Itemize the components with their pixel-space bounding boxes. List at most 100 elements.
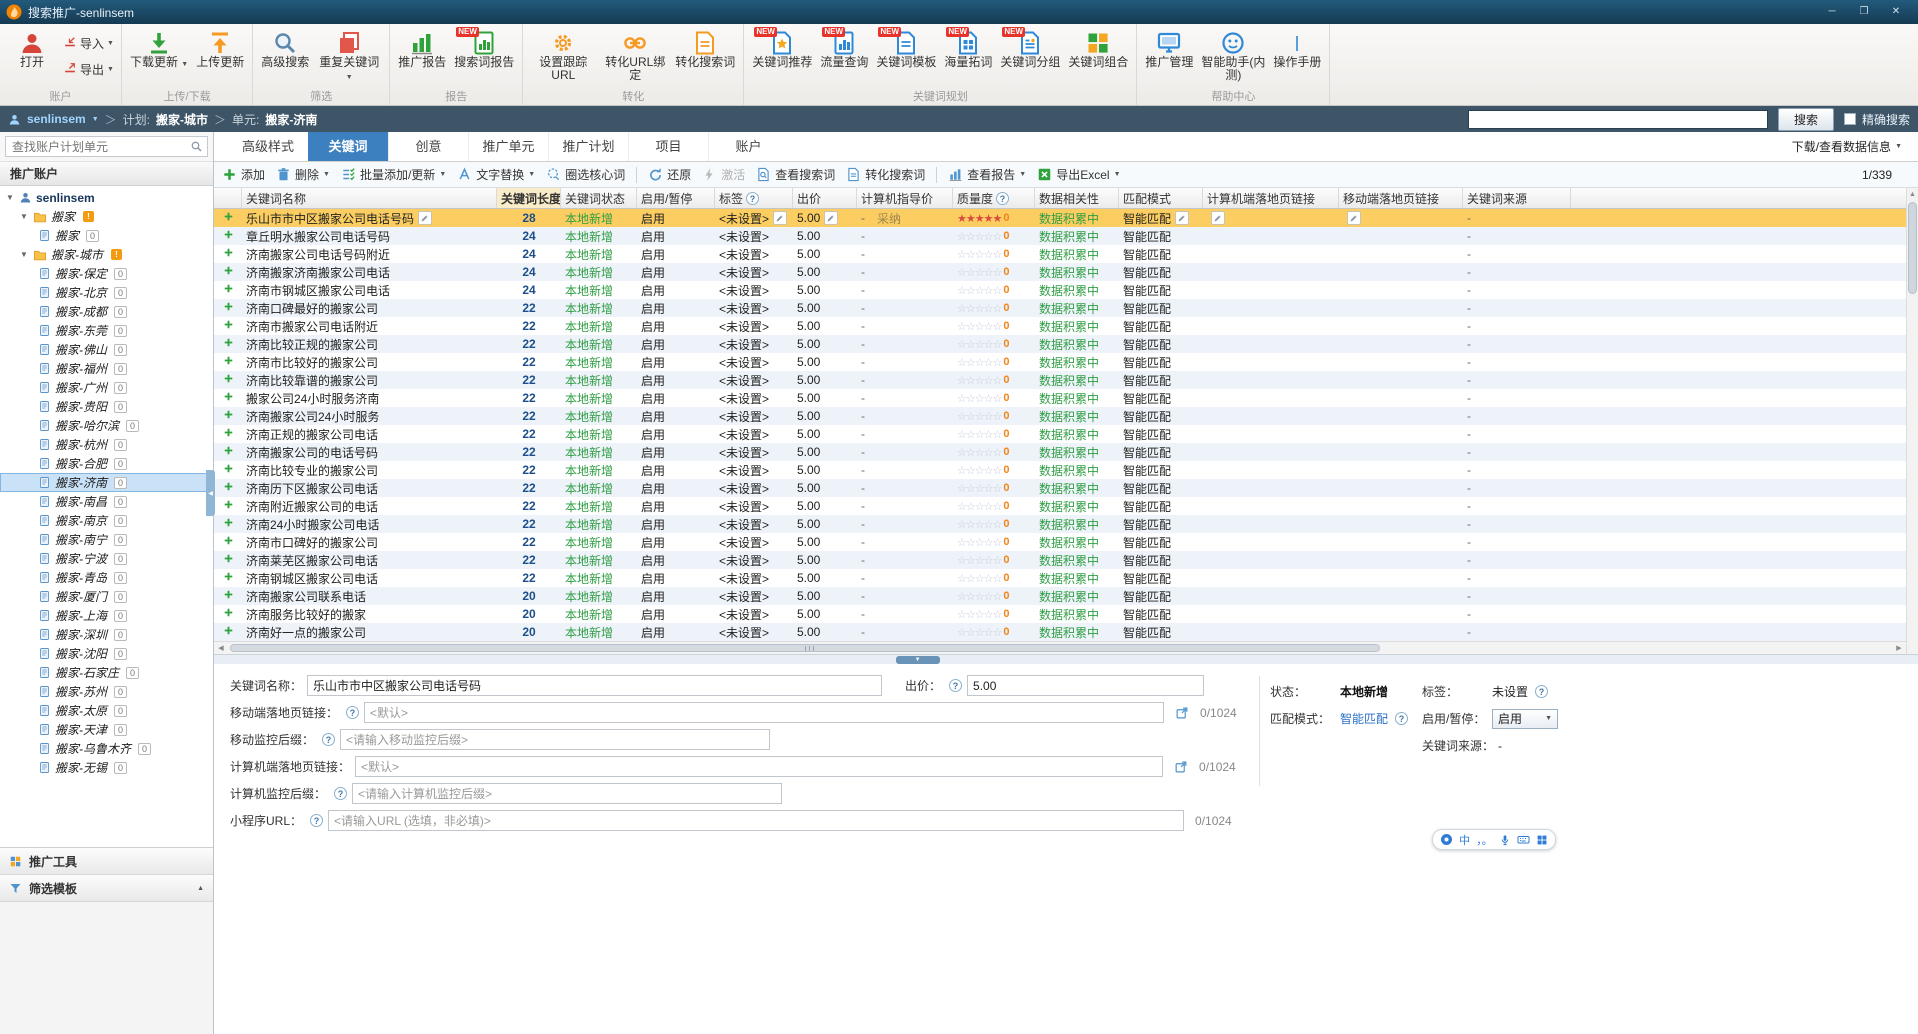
miniapp-url-input[interactable] — [328, 810, 1185, 831]
tree-unit-搬家-沈阳[interactable]: 搬家-沈阳 0 — [0, 644, 213, 663]
ribbon-button-高级搜索[interactable]: 高级搜索 — [258, 27, 312, 71]
ribbon-button-流量查询[interactable]: NEW 流量查询 — [817, 27, 871, 71]
pc-suffix-info-icon[interactable]: ? — [334, 787, 348, 800]
add-keyword-icon[interactable] — [223, 265, 234, 279]
add-keyword-icon[interactable] — [223, 247, 234, 261]
ribbon-button-重复关键词[interactable]: 重复关键词 ▼ — [314, 27, 384, 86]
account-caret-icon[interactable]: ▼ — [92, 116, 99, 123]
add-keyword-icon[interactable] — [223, 517, 234, 531]
add-keyword-icon[interactable] — [223, 319, 234, 333]
column-header-enable[interactable]: 启用/暂停 — [637, 188, 715, 208]
ime-language-icon[interactable]: 中 — [1459, 832, 1470, 848]
add-keyword-icon[interactable] — [223, 607, 234, 621]
keyword-row[interactable]: 济南服务比较好的搬家 20 本地新增 启用 <未设置> 5.00- ☆☆☆☆☆ 0 数据积累中智… — [214, 605, 1918, 623]
ribbon-button-关键词模板[interactable]: NEW 关键词模板 — [873, 27, 939, 71]
tree-unit-搬家-乌鲁木齐[interactable]: 搬家-乌鲁木齐 0 — [0, 739, 213, 758]
ribbon-button-智能助手(内测)[interactable]: 智能助手(内测) — [1198, 27, 1268, 84]
ribbon-button-关键词推荐[interactable]: NEW 关键词推荐 — [749, 27, 815, 71]
scroll-right-icon[interactable]: ▶ — [1892, 642, 1906, 654]
horizontal-scrollbar[interactable]: ◀ ▶ — [214, 641, 1906, 654]
exact-search-checkbox[interactable] — [1843, 113, 1856, 125]
toolbar-批量添加/更新-button[interactable]: 批量添加/更新 ▼ — [341, 166, 446, 183]
collapse-section-icon[interactable]: ▲ — [197, 885, 204, 892]
maximize-button[interactable]: ❐ — [1848, 0, 1880, 24]
tree-unit-搬家-上海[interactable]: 搬家-上海 0 — [0, 606, 213, 625]
add-keyword-icon[interactable] — [223, 589, 234, 603]
ribbon-button-关键词组合[interactable]: 关键词组合 — [1065, 27, 1131, 71]
scroll-up-icon[interactable]: ▲ — [1907, 188, 1918, 200]
expand-icon[interactable]: ▼ — [6, 193, 15, 202]
mobile-link-info-icon[interactable]: ? — [346, 706, 360, 719]
tree-account-root[interactable]: ▼ senlinsem — [0, 188, 213, 207]
keyword-name-input[interactable] — [307, 675, 883, 696]
tree-unit-搬家-合肥[interactable]: 搬家-合肥 0 — [0, 454, 213, 473]
keyword-row[interactable]: 济南市搬家公司电话附近 22 本地新增 启用 <未设置> 5.00- ☆☆☆☆☆ 0 数据积累中… — [214, 317, 1918, 335]
toolbar-查看报告-button[interactable]: 查看报告 ▼ — [948, 166, 1026, 183]
bid-input[interactable] — [967, 675, 1205, 696]
toolbar-激活-button[interactable]: 激活 — [702, 166, 745, 183]
ribbon-button-操作手册[interactable]: 操作手册 — [1270, 27, 1324, 71]
ribbon-button-下载更新[interactable]: 下载更新 ▼ — [127, 27, 191, 73]
column-header-guide[interactable]: 计算机指导价 — [857, 188, 953, 208]
filter-template-section[interactable]: 筛选模板 ▲ — [0, 875, 213, 902]
match-mode-value[interactable]: 智能匹配 — [1340, 710, 1388, 727]
ime-mic-icon[interactable] — [1499, 834, 1511, 846]
tree-unit-搬家-哈尔滨[interactable]: 搬家-哈尔滨 0 — [0, 416, 213, 435]
tree-search-input[interactable] — [5, 136, 208, 157]
column-header-length[interactable]: 关键词长度 — [497, 188, 561, 208]
column-header-quality[interactable]: 质量度? — [953, 188, 1035, 208]
keyword-row[interactable]: 济南搬家济南搬家公司电话 24 本地新增 启用 <未设置> 5.00- ☆☆☆☆☆ 0 数据积累… — [214, 263, 1918, 281]
horizontal-scroll-thumb[interactable] — [230, 644, 1380, 652]
splitter-grip[interactable]: ▼ — [895, 656, 940, 664]
ime-logo-icon[interactable] — [1440, 833, 1453, 846]
enable-pause-dropdown[interactable]: 启用 ▼ — [1492, 708, 1558, 729]
ribbon-button-推广报告[interactable]: 推广报告 — [395, 27, 449, 71]
column-header-status[interactable]: 关键词状态 — [561, 188, 637, 208]
tab-项目[interactable]: 项目 — [628, 132, 708, 161]
tree-unit-搬家-天津[interactable]: 搬家-天津 0 — [0, 720, 213, 739]
keyword-row[interactable]: 济南钢城区搬家公司电话 22 本地新增 启用 <未设置> 5.00- ☆☆☆☆☆ 0 数据积累中… — [214, 569, 1918, 587]
tree-unit-搬家-苏州[interactable]: 搬家-苏州 0 — [0, 682, 213, 701]
keyword-row[interactable]: 济南市钢城区搬家公司电话 24 本地新增 启用 <未设置> 5.00- ☆☆☆☆☆ 0 数据积累… — [214, 281, 1918, 299]
ribbon-button-设置跟踪URL[interactable]: 设置跟踪URL — [528, 27, 598, 84]
add-keyword-icon[interactable] — [223, 355, 234, 369]
add-keyword-icon[interactable] — [223, 229, 234, 243]
tree-unit-搬家-无锡[interactable]: 搬家-无锡 0 — [0, 758, 213, 777]
toolbar-圈选核心词-button[interactable]: 圈选核心词 — [546, 166, 625, 183]
tree-unit-搬家-福州[interactable]: 搬家-福州 0 — [0, 359, 213, 378]
column-header-name[interactable]: 关键词名称 — [242, 188, 497, 208]
add-keyword-icon[interactable] — [223, 427, 234, 441]
expand-icon[interactable]: ▼ — [20, 212, 29, 221]
keyword-row[interactable]: 济南好一点的搬家公司 20 本地新增 启用 <未设置> 5.00- ☆☆☆☆☆ 0 数据积累中智… — [214, 623, 1918, 641]
ribbon-button-搜索词报告[interactable]: NEW 搜索词报告 — [451, 27, 517, 71]
keyword-row[interactable]: 搬家公司24小时服务济南 22 本地新增 启用 <未设置> 5.00- ☆☆☆☆☆ 0 数据积累… — [214, 389, 1918, 407]
tag-info-icon[interactable]: ? — [1535, 685, 1549, 698]
ribbon-button-推广管理[interactable]: 推广管理 — [1142, 27, 1196, 71]
tree-unit-搬家-南宁[interactable]: 搬家-南宁 0 — [0, 530, 213, 549]
vertical-scrollbar[interactable]: ▲ — [1906, 188, 1918, 654]
vertical-scroll-thumb[interactable] — [1908, 202, 1917, 294]
tree-unit-搬家-贵阳[interactable]: 搬家-贵阳 0 — [0, 397, 213, 416]
keyword-row[interactable]: 乐山市市中区搬家公司电话号码 28 本地新增 启用 <未设置> 5.00- 采纳 ★★★★★ 0… — [214, 209, 1918, 227]
column-header-relevance[interactable]: 数据相关性 — [1035, 188, 1119, 208]
search-icon[interactable] — [190, 140, 203, 153]
ribbon-button-导入[interactable]: 导入 ▼ — [63, 35, 114, 52]
edit-icon[interactable] — [1211, 211, 1225, 225]
add-keyword-icon[interactable] — [223, 571, 234, 585]
add-keyword-icon[interactable] — [223, 211, 234, 225]
ribbon-button-转化搜索词[interactable]: 转化搜索词 — [672, 27, 738, 71]
tree-unit-搬家-保定[interactable]: 搬家-保定 0 — [0, 264, 213, 283]
tree-unit-搬家-厦门[interactable]: 搬家-厦门 0 — [0, 587, 213, 606]
add-keyword-icon[interactable] — [223, 409, 234, 423]
tree-unit-搬家-石家庄[interactable]: 搬家-石家庄 0 — [0, 663, 213, 682]
toolbar-还原-button[interactable]: 还原 — [648, 166, 691, 183]
panel-splitter[interactable]: ▼ — [214, 654, 1918, 664]
tab-账户[interactable]: 账户 — [708, 132, 788, 161]
minimize-button[interactable]: ─ — [1816, 0, 1848, 24]
toolbar-查看搜索词-button[interactable]: 查看搜索词 — [756, 166, 835, 183]
open-link-icon[interactable] — [1175, 706, 1189, 720]
tree-unit-搬家-济南[interactable]: 搬家-济南 0 — [0, 473, 213, 492]
keyword-row[interactable]: 济南口碑最好的搬家公司 22 本地新增 启用 <未设置> 5.00- ☆☆☆☆☆ 0 数据积累中… — [214, 299, 1918, 317]
add-keyword-icon[interactable] — [223, 625, 234, 639]
add-keyword-icon[interactable] — [223, 463, 234, 477]
